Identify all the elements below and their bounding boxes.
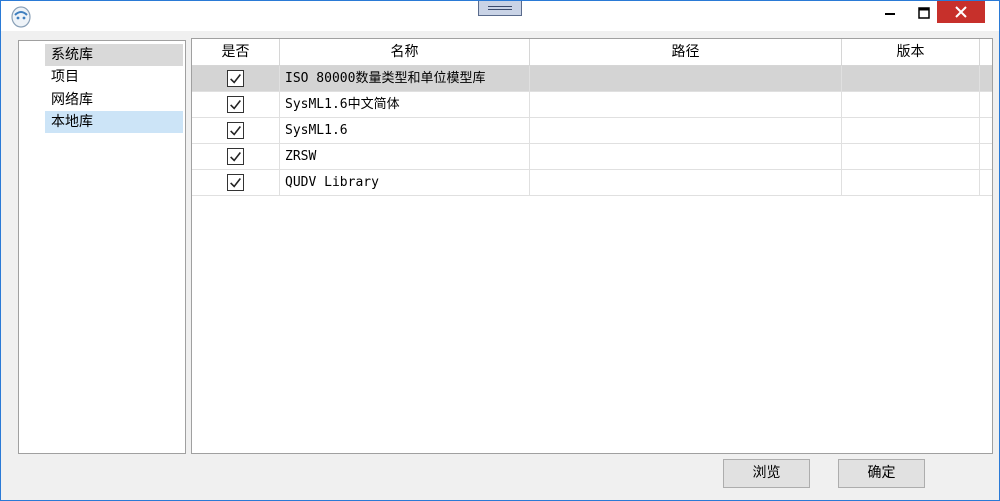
checkbox-checked-icon[interactable] <box>227 174 244 191</box>
path-cell <box>530 118 842 144</box>
library-grid: 是否 名称 路径 版本 ISO 80000数量类型和单位模型库 SysML1.6… <box>191 38 993 454</box>
minimize-icon <box>885 13 895 15</box>
name-cell: QUDV Library <box>280 170 530 196</box>
version-cell <box>842 170 980 196</box>
close-icon <box>955 6 967 18</box>
path-cell <box>530 170 842 196</box>
path-cell <box>530 144 842 170</box>
library-tree[interactable]: 系统库 项目 网络库 本地库 <box>18 40 186 454</box>
version-cell <box>842 92 980 118</box>
drag-handle[interactable] <box>478 1 522 16</box>
checkbox-checked-icon[interactable] <box>227 70 244 87</box>
app-logo-icon <box>11 6 31 28</box>
version-cell <box>842 144 980 170</box>
title-bar[interactable] <box>1 1 999 31</box>
table-row[interactable]: SysML1.6中文简体 <box>192 92 992 118</box>
table-row[interactable]: ZRSW <box>192 144 992 170</box>
column-header-version[interactable]: 版本 <box>842 39 980 66</box>
close-button[interactable] <box>937 1 985 23</box>
table-row[interactable]: SysML1.6 <box>192 118 992 144</box>
tree-item-system-library[interactable]: 系统库 <box>45 44 183 66</box>
tree-item-local-library[interactable]: 本地库 <box>45 111 183 133</box>
column-header-path[interactable]: 路径 <box>530 39 842 66</box>
enabled-cell <box>192 118 280 144</box>
ok-button[interactable]: 确定 <box>838 459 925 488</box>
library-dialog: 系统库 项目 网络库 本地库 是否 名称 路径 版本 ISO 80000数量类型… <box>0 0 1000 501</box>
minimize-button[interactable] <box>873 1 907 25</box>
path-cell <box>530 66 842 92</box>
browse-button[interactable]: 浏览 <box>723 459 810 488</box>
enabled-cell <box>192 144 280 170</box>
version-cell <box>842 66 980 92</box>
name-cell: ZRSW <box>280 144 530 170</box>
checkbox-checked-icon[interactable] <box>227 96 244 113</box>
column-header-name[interactable]: 名称 <box>280 39 530 66</box>
enabled-cell <box>192 170 280 196</box>
name-cell: SysML1.6 <box>280 118 530 144</box>
name-cell: ISO 80000数量类型和单位模型库 <box>280 66 530 92</box>
content-area: 系统库 项目 网络库 本地库 是否 名称 路径 版本 ISO 80000数量类型… <box>9 38 993 458</box>
name-cell: SysML1.6中文简体 <box>280 92 530 118</box>
checkbox-checked-icon[interactable] <box>227 122 244 139</box>
table-row[interactable]: QUDV Library <box>192 170 992 196</box>
table-row[interactable]: ISO 80000数量类型和单位模型库 <box>192 66 992 92</box>
path-cell <box>530 92 842 118</box>
column-header-filler <box>980 39 992 66</box>
maximize-button[interactable] <box>907 1 941 25</box>
tree-item-project[interactable]: 项目 <box>45 66 183 88</box>
version-cell <box>842 118 980 144</box>
checkbox-checked-icon[interactable] <box>227 148 244 165</box>
column-header-enabled[interactable]: 是否 <box>192 39 280 66</box>
maximize-icon <box>918 7 930 19</box>
enabled-cell <box>192 66 280 92</box>
tree-item-network-library[interactable]: 网络库 <box>45 89 183 111</box>
enabled-cell <box>192 92 280 118</box>
